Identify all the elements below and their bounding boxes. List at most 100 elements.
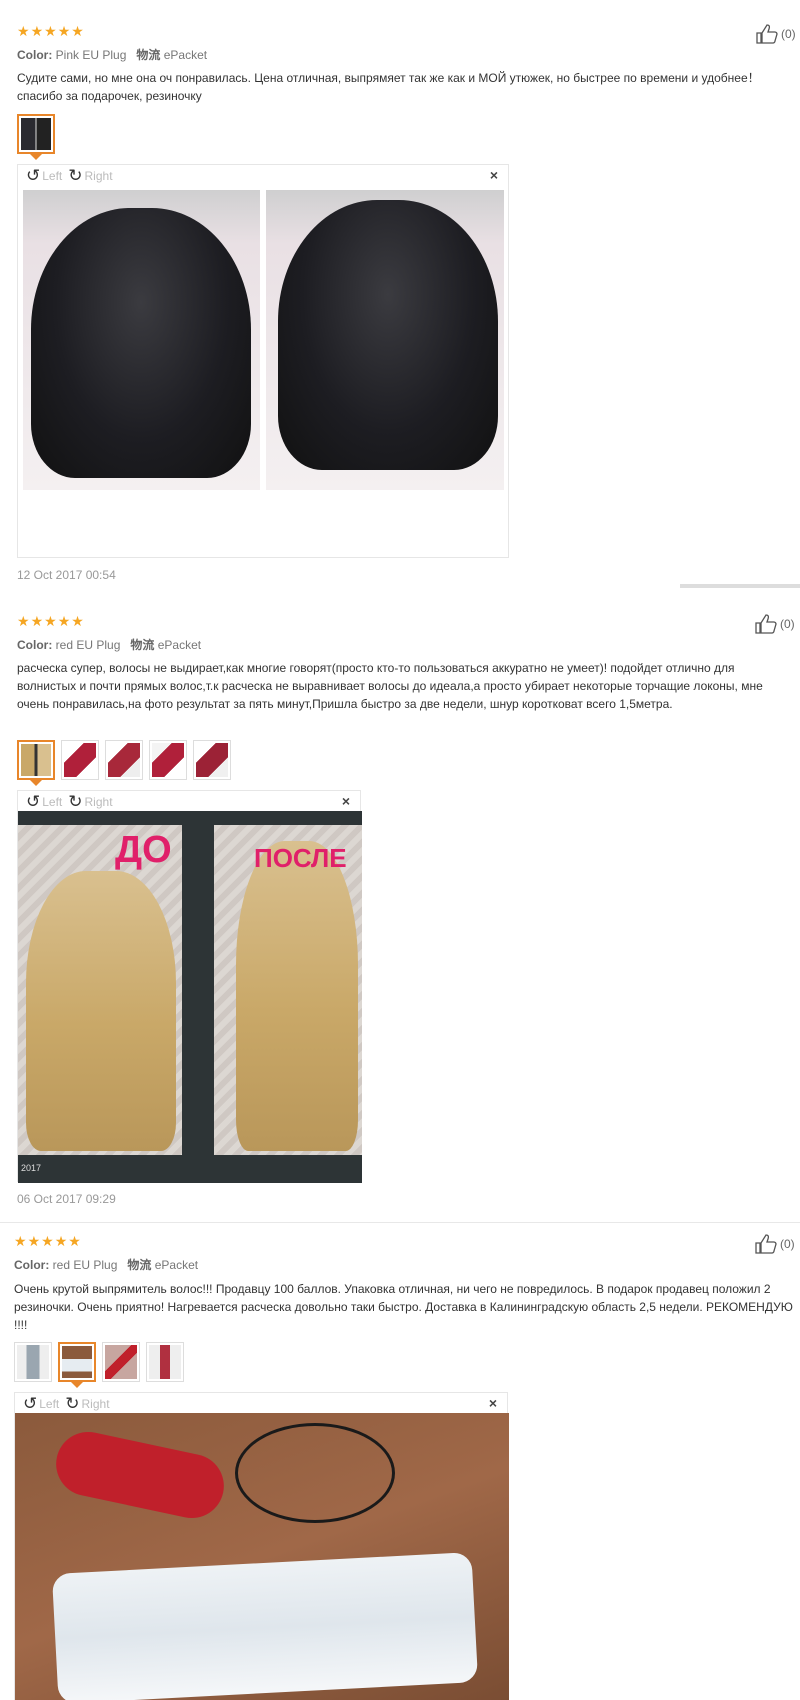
- rotate-left-label: Left: [42, 169, 63, 183]
- review-text: Судите сами, но мне она оч понравилась. …: [17, 71, 760, 103]
- star-icon: ★: [57, 613, 71, 629]
- review-photo: [15, 1413, 509, 1700]
- rotate-right-icon: ↻: [65, 1394, 80, 1413]
- thumbs-up-icon: [756, 24, 778, 44]
- shipping-label: 物流: [136, 48, 161, 62]
- star-icon: ★: [44, 23, 57, 39]
- rotate-left-button[interactable]: ↺ Left: [26, 166, 63, 185]
- star-icon: ★: [30, 23, 44, 39]
- photo-viewer: ↺ Left ↻ Right × ДО ПОСЛЕ 2017: [17, 790, 362, 1183]
- viewer-toolbar: ↺ Left ↻ Right: [18, 791, 360, 813]
- review-meta: Color: red EU Plug 物流 ePacket: [17, 636, 201, 653]
- photo-thumbnail[interactable]: [17, 740, 55, 786]
- viewer-toolbar: ↺ Left ↻ Right: [15, 1393, 507, 1415]
- shipping-label: 物流: [130, 638, 155, 652]
- cord-shape: [235, 1423, 395, 1523]
- photo-viewer: ↺ Left ↻ Right ×: [17, 164, 509, 558]
- like-button[interactable]: (0): [756, 24, 796, 44]
- thumbnail-image: [149, 1345, 181, 1379]
- photo-year: 2017: [21, 1163, 42, 1173]
- star-icon: ★: [44, 613, 57, 629]
- review-photo-before: [23, 190, 260, 490]
- rotate-left-button[interactable]: ↺ Left: [26, 792, 63, 811]
- thumbnail-image: [17, 1345, 49, 1379]
- color-value: Pink EU Plug: [55, 48, 127, 62]
- color-value: red EU Plug: [52, 1258, 118, 1272]
- viewer-toolbar: ↺ Left ↻ Right: [18, 165, 508, 187]
- photo-thumbnail[interactable]: [146, 1342, 184, 1382]
- shipping-label: 物流: [127, 1258, 152, 1272]
- photo-thumbnail[interactable]: [61, 740, 99, 780]
- rotate-left-label: Left: [39, 1397, 60, 1411]
- star-rating: ★ ★ ★ ★ ★: [14, 1234, 81, 1248]
- photo-thumbnail[interactable]: [58, 1342, 96, 1388]
- star-icon: ★: [41, 1233, 54, 1249]
- review-thumbnails: [17, 114, 55, 160]
- review-photo: ДО ПОСЛЕ 2017: [18, 811, 362, 1183]
- rotate-right-button[interactable]: ↻ Right: [65, 1394, 110, 1413]
- review-text: Очень крутой выпрямитель волос!!! Продав…: [14, 1282, 793, 1332]
- rotate-right-icon: ↻: [68, 166, 83, 185]
- star-icon: ★: [30, 613, 44, 629]
- star-icon: ★: [17, 23, 30, 39]
- thumbs-up-icon: [755, 614, 777, 634]
- photo-thumbnail[interactable]: [105, 740, 143, 780]
- scroll-indicator: [680, 584, 800, 588]
- like-count: (0): [780, 1237, 795, 1251]
- photo-caption-before: ДО: [115, 829, 172, 871]
- thumbnail-image: [108, 743, 140, 777]
- photo-caption-after: ПОСЛЕ: [254, 843, 347, 873]
- rotate-left-button[interactable]: ↺ Left: [23, 1394, 60, 1413]
- shipping-value: ePacket: [154, 1258, 199, 1272]
- rotate-left-icon: ↺: [23, 1394, 38, 1413]
- brush-shape: [50, 1426, 230, 1524]
- rotate-right-icon: ↻: [68, 792, 83, 811]
- star-icon: ★: [17, 613, 30, 629]
- star-icon: ★: [54, 1233, 68, 1249]
- star-icon: ★: [71, 23, 84, 39]
- star-icon: ★: [57, 23, 71, 39]
- thumbnail-image: [21, 744, 51, 776]
- color-label: Color:: [17, 638, 53, 652]
- thumbnail-image: [105, 1345, 137, 1379]
- thumbnail-image: [196, 743, 228, 777]
- star-icon: ★: [71, 613, 84, 629]
- color-label: Color:: [17, 48, 53, 62]
- close-viewer-button[interactable]: ×: [342, 793, 350, 809]
- review-divider: [0, 1222, 800, 1223]
- rotate-right-label: Right: [84, 169, 113, 183]
- rotate-right-label: Right: [81, 1397, 110, 1411]
- photo-thumbnail[interactable]: [102, 1342, 140, 1382]
- close-viewer-button[interactable]: ×: [489, 1395, 497, 1411]
- hair-shape: [26, 871, 176, 1151]
- rotate-right-label: Right: [84, 795, 113, 809]
- review-meta: Color: red EU Plug 物流 ePacket: [14, 1256, 198, 1273]
- hair-shape: [31, 208, 251, 478]
- package-shape: [51, 1552, 479, 1700]
- photo-thumbnail[interactable]: [149, 740, 187, 780]
- star-rating: ★ ★ ★ ★ ★: [17, 614, 84, 628]
- rotate-left-label: Left: [42, 795, 63, 809]
- review-date: 12 Oct 2017 00:54: [17, 568, 116, 582]
- thumbnail-image: [62, 1346, 92, 1378]
- thumbnail-image: [64, 743, 96, 777]
- photo-thumbnail[interactable]: [14, 1342, 52, 1382]
- photo-thumbnail[interactable]: [17, 114, 55, 160]
- like-button[interactable]: (0): [755, 614, 795, 634]
- like-button[interactable]: (0): [755, 1234, 795, 1254]
- rotate-left-icon: ↺: [26, 792, 41, 811]
- star-icon: ★: [27, 1233, 41, 1249]
- thumbnail-image: [21, 118, 51, 150]
- star-icon: ★: [14, 1233, 27, 1249]
- like-count: (0): [781, 27, 796, 41]
- review-date: 06 Oct 2017 09:29: [17, 1192, 116, 1206]
- like-count: (0): [780, 617, 795, 631]
- rotate-left-icon: ↺: [26, 166, 41, 185]
- color-value: red EU Plug: [55, 638, 121, 652]
- review-text: расческа супер, волосы не выдирает,как м…: [17, 661, 763, 711]
- photo-thumbnail[interactable]: [193, 740, 231, 780]
- shipping-value: ePacket: [157, 638, 202, 652]
- close-viewer-button[interactable]: ×: [490, 167, 498, 183]
- rotate-right-button[interactable]: ↻ Right: [68, 792, 113, 811]
- rotate-right-button[interactable]: ↻ Right: [68, 166, 113, 185]
